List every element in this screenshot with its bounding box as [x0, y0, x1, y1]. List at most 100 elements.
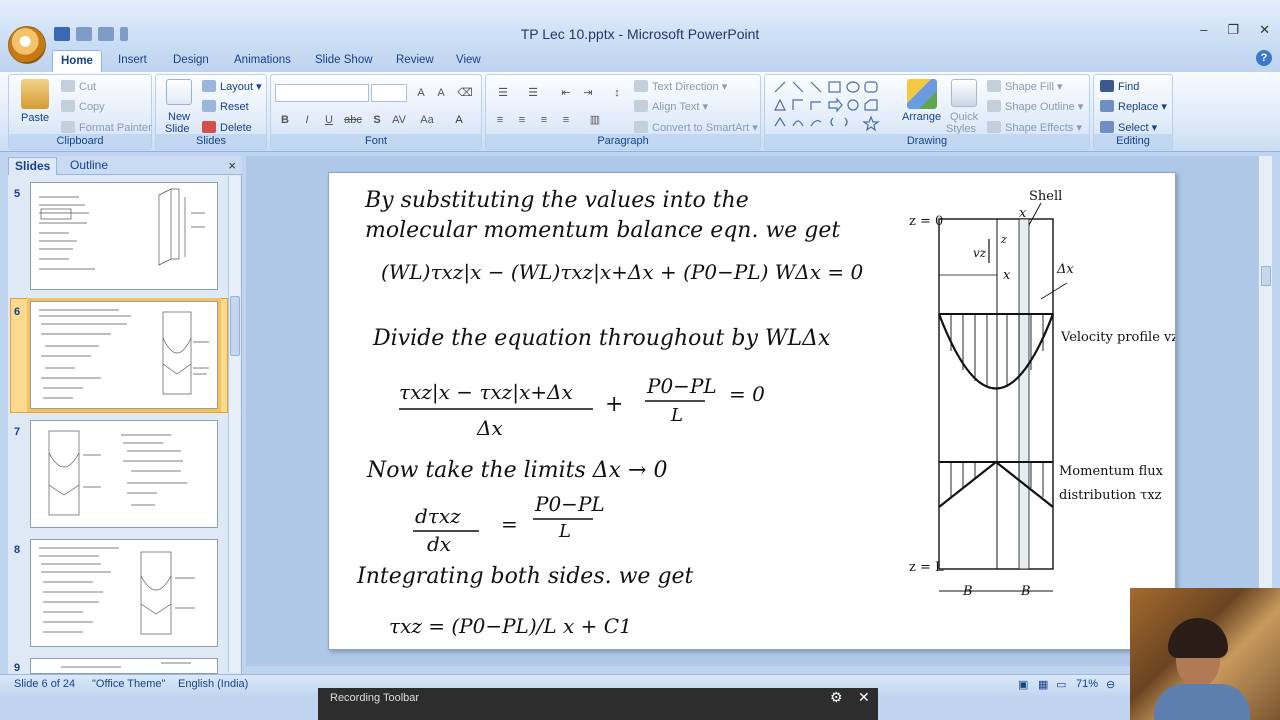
- tab-outline[interactable]: Outline: [64, 157, 114, 175]
- line-spacing-icon[interactable]: ↕: [604, 84, 630, 102]
- tab-review[interactable]: Review: [388, 50, 442, 72]
- slide-number: 6: [14, 306, 21, 318]
- slideshow-view-icon[interactable]: ▭: [1056, 678, 1066, 691]
- replace-button[interactable]: Replace ▾: [1100, 100, 1167, 113]
- align-left-icon[interactable]: ≡: [490, 111, 510, 129]
- align-center-icon[interactable]: ≡: [512, 111, 532, 129]
- maximize-button[interactable]: ❐: [1227, 22, 1239, 38]
- increase-indent-icon[interactable]: ⇥: [578, 84, 598, 102]
- dx-label: Δx: [1056, 262, 1074, 277]
- shape-effects-button[interactable]: Shape Effects ▾: [987, 121, 1082, 134]
- slide-thumbnail-7[interactable]: [30, 420, 218, 528]
- theme-name[interactable]: "Office Theme": [92, 678, 165, 690]
- columns-icon[interactable]: ▥: [582, 111, 608, 129]
- tab-animations[interactable]: Animations: [226, 50, 299, 72]
- font-color-icon[interactable]: A: [449, 111, 469, 129]
- clear-format-icon[interactable]: ⌫: [455, 84, 475, 102]
- delete-button[interactable]: Delete: [202, 121, 252, 134]
- slide-number: 7: [14, 426, 21, 438]
- text-direction-button[interactable]: Text Direction ▾: [634, 80, 727, 93]
- find-button[interactable]: Find: [1100, 80, 1139, 93]
- slit-outline: [938, 218, 1054, 570]
- underline-button[interactable]: U: [319, 111, 339, 129]
- bullets-icon[interactable]: ☰: [490, 84, 516, 102]
- format-painter-button[interactable]: Format Painter: [61, 121, 152, 134]
- tab-slide-show[interactable]: Slide Show: [307, 50, 381, 72]
- zoom-out-icon[interactable]: ⊖: [1106, 678, 1115, 691]
- copy-button[interactable]: Copy: [61, 100, 105, 113]
- handwritten-line: Integrating both sides. we get: [356, 564, 694, 589]
- presenter-body: [1154, 684, 1250, 720]
- minimize-button[interactable]: –: [1200, 22, 1207, 38]
- quick-styles-icon: [951, 79, 977, 107]
- drawing-group: Arrange Quick Styles Shape Fill ▾ Shape …: [764, 74, 1090, 150]
- slide-number: 8: [14, 544, 21, 556]
- thumbnail-content: [39, 309, 209, 399]
- tab-insert[interactable]: Insert: [110, 50, 155, 72]
- slides-panel: Slides Outline × 5 6 7 8 9: [8, 156, 242, 674]
- change-case-icon[interactable]: Aa: [417, 111, 437, 129]
- reset-button[interactable]: Reset: [202, 100, 249, 113]
- canvas-scrollbar-thumb[interactable]: [1261, 266, 1271, 286]
- slides-scrollbar[interactable]: [228, 176, 240, 672]
- cut-button[interactable]: Cut: [61, 80, 96, 93]
- char-spacing-icon[interactable]: AV: [389, 111, 409, 129]
- font-name-input[interactable]: [275, 84, 369, 102]
- convert-smartart-button[interactable]: Convert to SmartArt ▾: [634, 121, 758, 134]
- language[interactable]: English (India): [178, 678, 248, 690]
- handwritten-equation: dτxz: [415, 504, 461, 528]
- shrink-font-icon[interactable]: A: [431, 84, 451, 102]
- handwritten-equation: L: [670, 405, 683, 426]
- align-right-icon[interactable]: ≡: [534, 111, 554, 129]
- reset-icon: [202, 100, 216, 112]
- close-panel-icon[interactable]: ×: [228, 158, 236, 173]
- tab-design[interactable]: Design: [165, 50, 217, 72]
- tab-view[interactable]: View: [448, 50, 489, 72]
- office-button[interactable]: [8, 26, 46, 64]
- arrange-button[interactable]: Arrange: [902, 111, 941, 123]
- slide-thumbnail-9[interactable]: [30, 658, 218, 674]
- shapes-gallery[interactable]: [771, 80, 887, 132]
- font-size-input[interactable]: [371, 84, 407, 102]
- slide-thumbnail-6[interactable]: [27, 298, 221, 412]
- font-group: A A ⌫ B I U abc S AV Aa A Font: [270, 74, 482, 150]
- select-button[interactable]: Select ▾: [1100, 121, 1157, 134]
- italic-button[interactable]: I: [297, 111, 317, 129]
- normal-view-icon[interactable]: ▣: [1018, 678, 1028, 691]
- shape-outline-button[interactable]: Shape Outline ▾: [987, 100, 1083, 113]
- close-icon[interactable]: ✕: [858, 689, 870, 706]
- close-button[interactable]: ✕: [1259, 22, 1270, 38]
- window-title: TP Lec 10.pptx - Microsoft PowerPoint: [520, 26, 760, 42]
- grow-font-icon[interactable]: A: [411, 84, 431, 102]
- shell-element: [1018, 218, 1030, 570]
- settings-icon[interactable]: ⚙: [830, 689, 843, 706]
- slide-thumbnail-5[interactable]: [30, 182, 218, 290]
- zoom-level[interactable]: 71%: [1076, 678, 1098, 690]
- tab-slides[interactable]: Slides: [8, 157, 58, 175]
- handwritten-equation: τxz|x − τxz|x+Δx: [399, 380, 573, 405]
- slide-number: 5: [14, 188, 21, 200]
- layout-icon: [202, 80, 216, 92]
- bold-button[interactable]: B: [275, 111, 295, 129]
- quick-styles-label-1[interactable]: Quick: [950, 111, 978, 123]
- clipboard-label: Clipboard: [9, 134, 151, 149]
- sorter-view-icon[interactable]: ▦: [1038, 678, 1048, 691]
- justify-icon[interactable]: ≡: [556, 111, 576, 129]
- slide-thumbnail-8[interactable]: [30, 539, 218, 647]
- shape-fill-button[interactable]: Shape Fill ▾: [987, 80, 1063, 93]
- tab-home[interactable]: Home: [52, 50, 102, 72]
- align-text-button[interactable]: Align Text ▾: [634, 100, 708, 113]
- slide[interactable]: By substituting the values into the mole…: [328, 172, 1176, 650]
- decrease-indent-icon[interactable]: ⇤: [556, 84, 576, 102]
- paste-button[interactable]: Paste: [21, 112, 49, 124]
- help-icon[interactable]: ?: [1256, 50, 1272, 66]
- layout-button[interactable]: Layout ▾: [202, 80, 262, 93]
- handwritten-equation: dx: [427, 532, 451, 556]
- new-slide-label-1[interactable]: New: [168, 111, 190, 123]
- thumbnail-content: [39, 547, 195, 635]
- numbering-icon[interactable]: ☰: [520, 84, 546, 102]
- strikethrough-button[interactable]: abc: [341, 111, 365, 129]
- scrollbar-thumb[interactable]: [230, 296, 240, 356]
- shell-label: Shell: [1029, 189, 1062, 204]
- shadow-button[interactable]: S: [367, 111, 387, 129]
